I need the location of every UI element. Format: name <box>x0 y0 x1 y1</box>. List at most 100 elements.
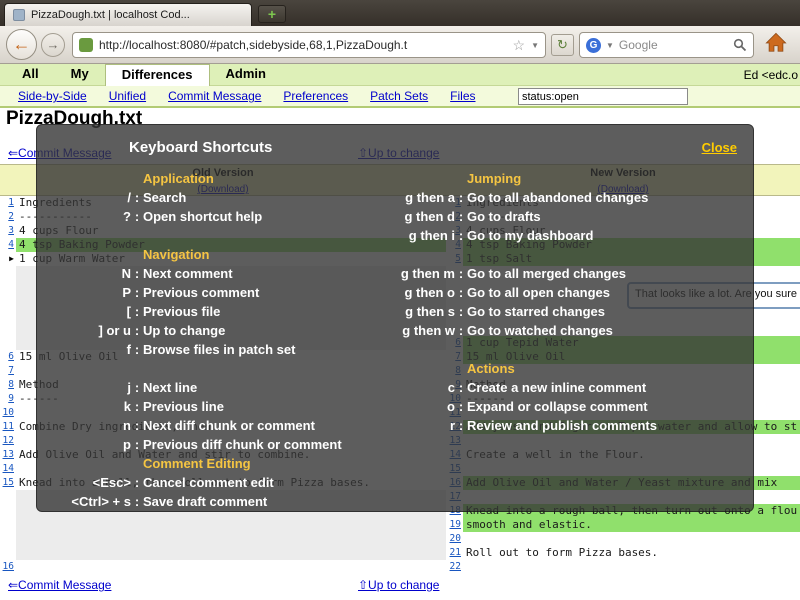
section-heading: Navigation <box>143 247 367 262</box>
old-line-number[interactable]: 13 <box>0 448 16 462</box>
keyboard-shortcuts-dialog: Keyboard Shortcuts Close ApplicationJump… <box>36 124 754 512</box>
search-box[interactable]: G ▼ Google <box>579 32 754 58</box>
shortcut-row: j:Next linec:Create a new inline comment <box>49 378 741 397</box>
shortcut-description: Go to all merged changes <box>467 266 741 281</box>
tab-title: PizzaDough.txt | localhost Cod... <box>31 9 190 21</box>
old-line-number[interactable]: 8 <box>0 378 16 392</box>
shortcut-key: <Ctrl> + s <box>49 494 131 509</box>
commit-message-link-bottom[interactable]: ⇐Commit Message <box>8 578 111 592</box>
shortcut-key: N <box>49 266 131 281</box>
old-line-number[interactable]: 2 <box>0 210 16 224</box>
search-engine-icon[interactable]: G <box>586 38 601 53</box>
new-line-number[interactable]: 22 <box>446 560 463 574</box>
old-line-number[interactable]: 4 <box>0 238 16 252</box>
current-line-marker[interactable]: ▶ <box>0 252 16 266</box>
close-link[interactable]: Close <box>702 140 737 155</box>
old-line-number <box>0 518 16 532</box>
old-line-number[interactable]: 7 <box>0 364 16 378</box>
shortcut-separator: : <box>131 304 143 319</box>
back-button[interactable]: ← <box>6 29 37 60</box>
home-button[interactable] <box>762 32 790 58</box>
shortcut-description: Previous file <box>143 304 367 319</box>
back-icon: ← <box>13 34 31 54</box>
search-input[interactable]: Google <box>619 38 728 52</box>
url-dropdown-icon[interactable]: ▼ <box>531 41 539 50</box>
old-line-number[interactable]: 9 <box>0 392 16 406</box>
menu-tab-admin[interactable]: Admin <box>210 64 282 86</box>
shortcut-key: p <box>49 437 131 452</box>
shortcut-key: o <box>367 399 455 414</box>
shortcut-row: Comment Editing <box>49 454 741 473</box>
shortcut-row: <Esc>:Cancel comment edit <box>49 473 741 492</box>
shortcut-row: p:Previous diff chunk or comment <box>49 435 741 454</box>
shortcut-description: Go to watched changes <box>467 323 741 338</box>
site-favicon-icon <box>79 38 93 52</box>
old-line-number[interactable]: 3 <box>0 224 16 238</box>
shortcut-key: ? <box>49 209 131 224</box>
shortcut-key: P <box>49 285 131 300</box>
submenu-link-side-by-side[interactable]: Side-by-Side <box>18 89 87 103</box>
shortcut-row: ApplicationJumping <box>49 169 741 188</box>
gerrit-submenu: Side-by-Side Unified Commit Message Prefere… <box>0 86 800 108</box>
new-tab-button[interactable]: + <box>258 5 286 23</box>
submenu-link-preferences[interactable]: Preferences <box>283 89 348 103</box>
bookmark-star-icon[interactable]: ☆ <box>513 37 526 54</box>
forward-button[interactable]: → <box>41 33 65 57</box>
old-line-number[interactable]: 14 <box>0 462 16 476</box>
browser-window: PizzaDough.txt | localhost Cod... + ← → … <box>0 0 800 600</box>
old-line-number[interactable]: 15 <box>0 476 16 490</box>
browser-tab-bar: PizzaDough.txt | localhost Cod... + <box>0 0 800 26</box>
user-label[interactable]: Ed <edc.o <box>744 68 798 82</box>
status-search-input[interactable] <box>518 88 688 105</box>
diff-row: 19smooth and elastic. <box>0 518 800 532</box>
shortcut-description: Cancel comment edit <box>143 475 367 490</box>
old-line-number[interactable]: 10 <box>0 406 16 420</box>
shortcut-description: Up to change <box>143 323 367 338</box>
submenu-link-files[interactable]: Files <box>450 89 475 103</box>
shortcut-key: ] or u <box>49 323 131 338</box>
shortcut-row: ] or u:Up to changeg then w:Go to watche… <box>49 321 741 340</box>
shortcut-description: Go to my dashboard <box>467 228 741 243</box>
old-line-number[interactable]: 16 <box>0 560 16 574</box>
menu-tab-my[interactable]: My <box>55 64 105 86</box>
url-text[interactable]: http://localhost:8080/#patch,sidebyside,… <box>99 38 507 52</box>
old-line-number[interactable]: 1 <box>0 196 16 210</box>
shortcut-description: Create a new inline comment <box>467 380 741 395</box>
magnifier-icon[interactable] <box>733 38 747 52</box>
url-bar[interactable]: http://localhost:8080/#patch,sidebyside,… <box>72 32 546 58</box>
submenu-link-unified[interactable]: Unified <box>109 89 146 103</box>
shortcut-key: [ <box>49 304 131 319</box>
shortcut-key: g then o <box>367 285 455 300</box>
new-line-number[interactable]: 20 <box>446 532 463 546</box>
shortcut-row: f:Browse files in patch set <box>49 340 741 359</box>
old-line-number <box>0 308 16 322</box>
search-engine-dropdown-icon[interactable]: ▼ <box>606 41 614 50</box>
new-line-number[interactable]: 21 <box>446 546 463 560</box>
shortcut-separator: : <box>131 437 143 452</box>
old-line-number[interactable]: 11 <box>0 420 16 434</box>
submenu-link-patch-sets[interactable]: Patch Sets <box>370 89 428 103</box>
old-line-number[interactable]: 6 <box>0 350 16 364</box>
reload-button[interactable]: ↻ <box>551 34 574 56</box>
shortcut-description: Go to drafts <box>467 209 741 224</box>
new-line-text <box>463 560 800 574</box>
shortcut-description: Save draft comment <box>143 494 367 509</box>
shortcut-separator: : <box>455 323 467 338</box>
up-to-change-link-bottom[interactable]: ⇧Up to change <box>358 578 439 592</box>
shortcut-separator: : <box>455 380 467 395</box>
browser-tab[interactable]: PizzaDough.txt | localhost Cod... <box>4 3 252 26</box>
shortcut-description: Next diff chunk or comment <box>143 418 367 433</box>
new-line-number[interactable]: 19 <box>446 518 463 532</box>
old-line-number[interactable]: 12 <box>0 434 16 448</box>
shortcut-key: r <box>367 418 455 433</box>
shortcut-separator: : <box>455 285 467 300</box>
menu-tab-all[interactable]: All <box>6 64 55 86</box>
home-icon <box>765 32 787 54</box>
section-heading: Jumping <box>467 171 741 186</box>
shortcut-key: / <box>49 190 131 205</box>
submenu-link-commit-message[interactable]: Commit Message <box>168 89 261 103</box>
new-line-text <box>463 532 800 546</box>
diff-row: 20 <box>0 532 800 546</box>
menu-tab-differences[interactable]: Differences <box>105 64 210 86</box>
shortcut-description: Search <box>143 190 367 205</box>
